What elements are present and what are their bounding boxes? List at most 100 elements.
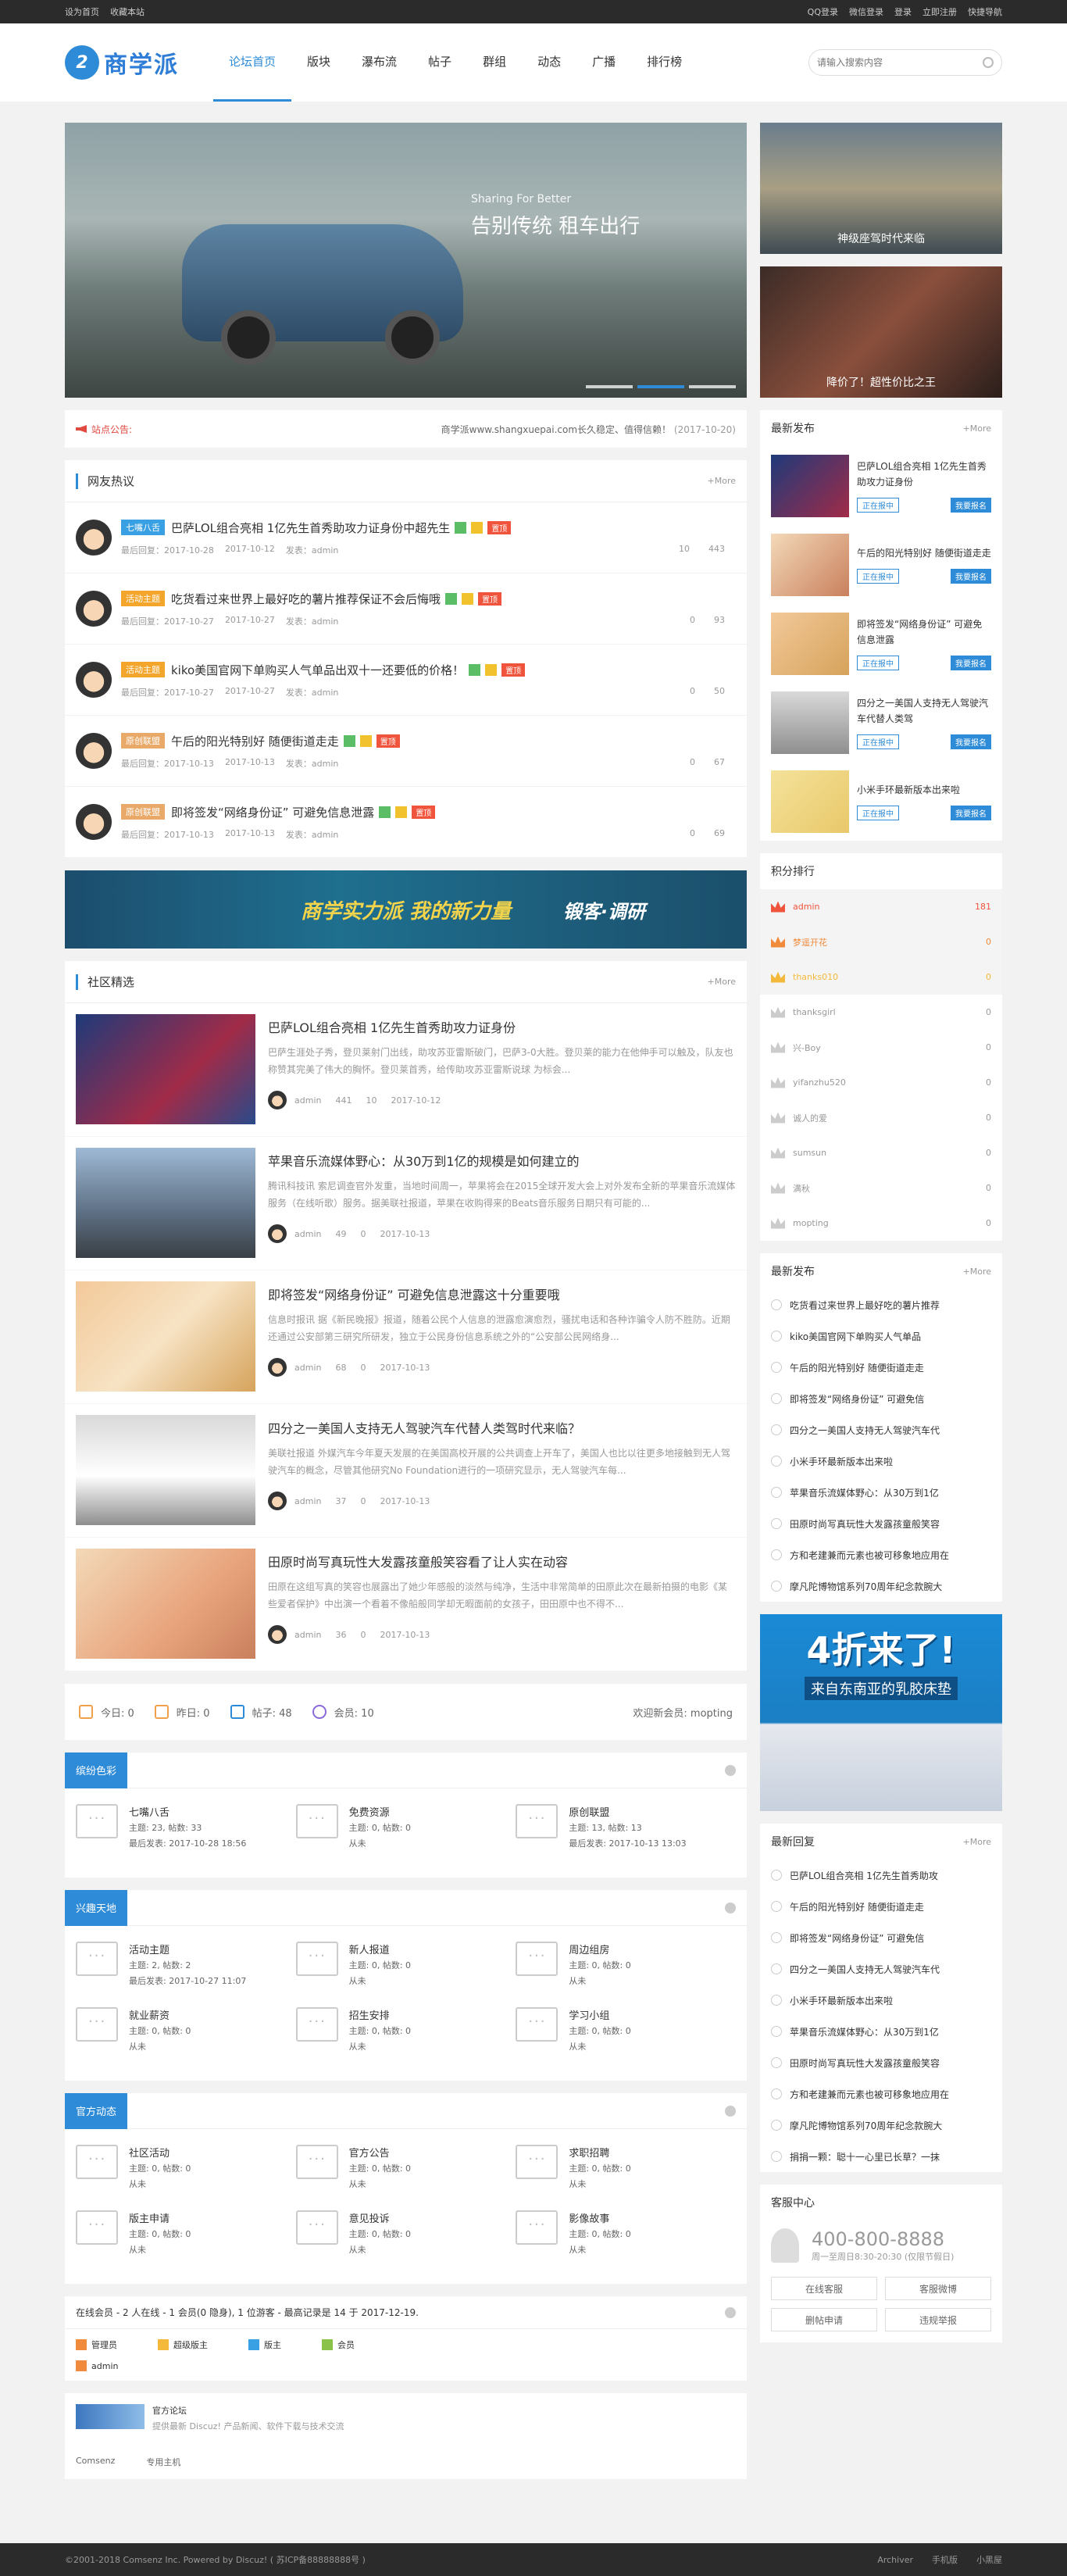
nav-item[interactable]: 论坛首页 (213, 23, 292, 102)
signing-button[interactable]: 正在报中 (857, 498, 899, 513)
site-logo[interactable]: 2 商学派 (65, 45, 213, 80)
newest-thumbnail[interactable] (771, 612, 849, 675)
topbar-link[interactable]: 设为首页 (65, 7, 99, 17)
topbar-link[interactable]: 收藏本站 (110, 7, 145, 17)
article-author[interactable]: admin (294, 1229, 321, 1239)
link-discuz[interactable]: 官方论坛 提供最新 Discuz! 产品新闻、软件下载与技术交流 (76, 2404, 736, 2432)
meta-text[interactable]: 发表：admin (286, 757, 338, 770)
nav-item[interactable]: 群组 (467, 23, 522, 102)
post-link[interactable]: 摩凡陀博物馆系列70周年纪念款腕大 (760, 1570, 1002, 1602)
newest-member[interactable]: 欢迎新会员: mopting (633, 1705, 733, 1720)
avatar[interactable] (76, 662, 112, 698)
author-avatar[interactable] (268, 1091, 287, 1109)
post-title[interactable]: 小米手环最新版本出来啦 (790, 1994, 893, 2007)
service-button[interactable]: 在线客服 (771, 2277, 877, 2300)
slider-dot[interactable] (586, 385, 633, 388)
article-title[interactable]: 苹果音乐流媒体野心：从30万到1亿的规模是如何建立的 (268, 1151, 736, 1170)
post-title[interactable]: 即将签发“网络身份证” 可避免信 (790, 1931, 924, 1945)
register-button[interactable]: 我要报名 (951, 734, 991, 749)
forum-name[interactable]: 官方公告 (349, 2145, 411, 2160)
forum-name[interactable]: 周边组房 (569, 1942, 630, 1956)
nav-item[interactable]: 瀑布流 (346, 23, 412, 102)
newest-title[interactable]: 巴萨LOL组合亮相 1亿先生首秀助攻力证身份 (857, 459, 991, 490)
post-title[interactable]: 小米手环最新版本出来啦 (790, 1455, 893, 1468)
avatar[interactable] (76, 733, 112, 769)
slider-dot[interactable] (689, 385, 736, 388)
forum-name[interactable]: 就业薪资 (129, 2007, 191, 2022)
forum-name[interactable]: 社区活动 (129, 2145, 191, 2160)
article-title[interactable]: 巴萨LOL组合亮相 1亿先生首秀助攻力证身份 (268, 1017, 736, 1036)
forum-item[interactable]: 就业薪资主题: 0, 帖数: 0 从未 (76, 2007, 296, 2073)
rank-name[interactable]: thanksgirl (793, 1007, 836, 1017)
group-title[interactable]: 兴趣天地 (65, 1889, 128, 1926)
forum-item[interactable]: 原创联盟主题: 13, 帖数: 13 最后发表: 2017-10-13 13:03 (516, 1804, 736, 1870)
post-title[interactable]: 摩凡陀博物馆系列70周年纪念款腕大 (790, 2119, 942, 2132)
rank-row[interactable]: mopting 0 (760, 1206, 1002, 1241)
side-banner-1[interactable]: 神级座驾时代来临 (760, 123, 1002, 254)
post-link[interactable]: 吃货看过来世界上最好吃的薯片推荐 (760, 1289, 1002, 1320)
more-link[interactable]: +More (963, 1837, 992, 1847)
rank-row[interactable]: yifanzhu520 0 (760, 1065, 1002, 1100)
topic-tag[interactable]: 七嘴八舌 (121, 520, 165, 535)
author-avatar[interactable] (268, 1625, 287, 1644)
meta-text[interactable]: 发表：admin (286, 615, 338, 627)
rank-name[interactable]: 诚人的爱 (793, 1112, 827, 1124)
rank-name[interactable]: yifanzhu520 (793, 1077, 846, 1088)
nav-item[interactable]: 动态 (522, 23, 576, 102)
rank-name[interactable]: 梦遥开花 (793, 936, 827, 949)
search-input[interactable] (817, 57, 983, 68)
topic-title[interactable]: 吃货看过来世界上最好吃的薯片推荐保证不会后悔哦 (171, 591, 441, 607)
article-thumbnail[interactable] (76, 1281, 255, 1392)
forum-item[interactable]: 社区活动主题: 0, 帖数: 0 从未 (76, 2145, 296, 2210)
footer-link[interactable]: 手机版 (932, 2555, 958, 2565)
forum-name[interactable]: 求职招聘 (569, 2145, 630, 2160)
link-host[interactable]: 专用主机 (146, 2456, 180, 2468)
avatar[interactable] (76, 591, 112, 627)
post-link[interactable]: 方和老建兼而元素也被可移象地应用在 (760, 2078, 1002, 2110)
forum-item[interactable]: 新人报道主题: 0, 帖数: 0 从未 (295, 1942, 516, 2007)
slider-dots[interactable] (586, 385, 736, 388)
meta-text[interactable]: 发表：admin (286, 828, 338, 841)
rank-name[interactable]: sumsun (793, 1148, 826, 1158)
newest-item[interactable]: 四分之一美国人支持无人驾驶汽车代替人类驾 正在报中 我要报名 (760, 683, 1002, 762)
rank-row[interactable]: admin 181 (760, 889, 1002, 924)
post-link[interactable]: 田原时尚写真玩性大发露孩童般笑容 (760, 1508, 1002, 1539)
community-item[interactable]: 巴萨LOL组合亮相 1亿先生首秀助攻力证身份 巴萨生涯处子秀，登贝莱射门出线，助攻… (65, 1003, 747, 1137)
post-link[interactable]: 田原时尚写真玩性大发露孩童般笑容 (760, 2047, 1002, 2078)
newest-item[interactable]: 午后的阳光特别好 随便街道走走 正在报中 我要报名 (760, 525, 1002, 604)
post-link[interactable]: 即将签发“网络身份证” 可避免信 (760, 1383, 1002, 1414)
article-author[interactable]: admin (294, 1363, 321, 1373)
register-button[interactable]: 我要报名 (951, 656, 991, 670)
newest-item[interactable]: 小米手环最新版本出来啦 正在报中 我要报名 (760, 762, 1002, 841)
post-title[interactable]: 捐捐一颗：聪十一心里已长草？一抹 (790, 2150, 940, 2163)
post-title[interactable]: 摩凡陀博物馆系列70周年纪念款腕大 (790, 1580, 942, 1593)
collapse-icon[interactable] (725, 2105, 736, 2117)
rank-name[interactable]: thanks010 (793, 972, 838, 982)
topbar-link[interactable]: 微信登录 (849, 7, 883, 17)
topic-row[interactable]: 活动主题 吃货看过来世界上最好吃的薯片推荐保证不会后悔哦 置顶 最后回复：2017-1… (65, 573, 747, 645)
topic-row[interactable]: 七嘴八舌 巴萨LOL组合亮相 1亿先生首秀助攻力证身份中超先生 置顶 最后回复：201… (65, 502, 747, 573)
forum-name[interactable]: 新人报道 (349, 1942, 411, 1956)
more-link[interactable]: +More (708, 977, 737, 987)
author-avatar[interactable] (268, 1358, 287, 1377)
newest-thumbnail[interactable] (771, 770, 849, 833)
avatar[interactable] (76, 520, 112, 556)
rank-name[interactable]: 兴-Boy (793, 1041, 821, 1054)
topic-title[interactable]: 午后的阳光特别好 随便街道走走 (171, 733, 339, 749)
signing-button[interactable]: 正在报中 (857, 569, 899, 584)
article-author[interactable]: admin (294, 1095, 321, 1106)
meta-text[interactable]: 发表：admin (286, 686, 338, 698)
more-link[interactable]: +More (708, 476, 737, 486)
rank-row[interactable]: 满秋 0 (760, 1170, 1002, 1206)
forum-item[interactable]: 招生安排主题: 0, 帖数: 0 从未 (295, 2007, 516, 2073)
article-author[interactable]: admin (294, 1630, 321, 1640)
nav-item[interactable]: 排行榜 (631, 23, 698, 102)
post-link[interactable]: 小米手环最新版本出来啦 (760, 1445, 1002, 1477)
topic-tag[interactable]: 活动主题 (121, 591, 165, 606)
service-button[interactable]: 删帖申请 (771, 2308, 877, 2331)
link-title[interactable]: 官方论坛 (152, 2404, 344, 2417)
community-item[interactable]: 即将签发“网络身份证” 可避免信息泄露这十分重要哦 信息时报讯 据《新民晚报》报道… (65, 1270, 747, 1404)
topic-tag[interactable]: 活动主题 (121, 662, 165, 677)
post-title[interactable]: 午后的阳光特别好 随便街道走走 (790, 1900, 924, 1913)
forum-name[interactable]: 影像故事 (569, 2210, 630, 2225)
